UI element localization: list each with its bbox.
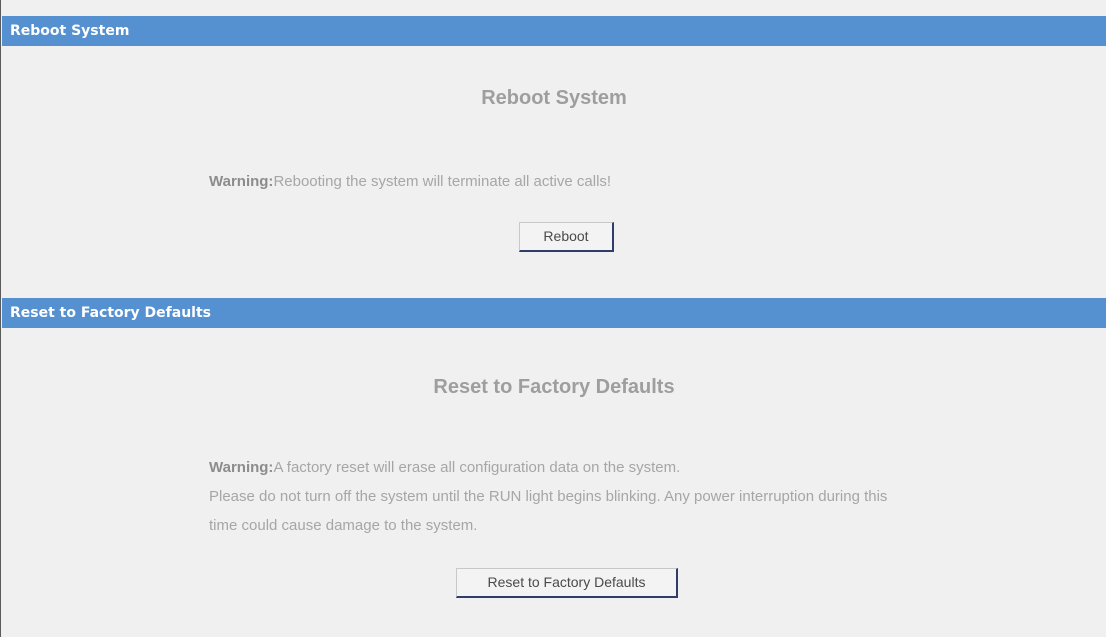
factory-reset-warning: Warning:A factory reset will erase all c… bbox=[209, 453, 887, 540]
reboot-warning-text: Rebooting the system will terminate all … bbox=[273, 173, 612, 190]
reboot-warning: Warning:Rebooting the system will termin… bbox=[209, 167, 611, 196]
factory-reset-warning-text: A factory reset will erase all configura… bbox=[273, 459, 681, 476]
reboot-title: Reboot System bbox=[481, 87, 627, 109]
factory-reset-warning-label: Warning: bbox=[209, 459, 274, 476]
page-frame: Reboot System Reboot System Warning:Rebo… bbox=[0, 0, 1106, 637]
reboot-section-header: Reboot System bbox=[2, 16, 1106, 46]
factory-reset-note-line1: Please do not turn off the system until … bbox=[209, 488, 888, 505]
factory-reset-section-header: Reset to Factory Defaults bbox=[2, 298, 1106, 328]
reboot-button[interactable]: Reboot bbox=[519, 222, 614, 252]
reset-factory-defaults-button[interactable]: Reset to Factory Defaults bbox=[456, 568, 678, 598]
reboot-warning-label: Warning: bbox=[209, 173, 274, 190]
factory-reset-warning-line: Warning:A factory reset will erase all c… bbox=[209, 453, 887, 482]
factory-reset-title: Reset to Factory Defaults bbox=[433, 376, 675, 398]
factory-reset-note-line2: time could cause damage to the system. bbox=[209, 517, 478, 534]
